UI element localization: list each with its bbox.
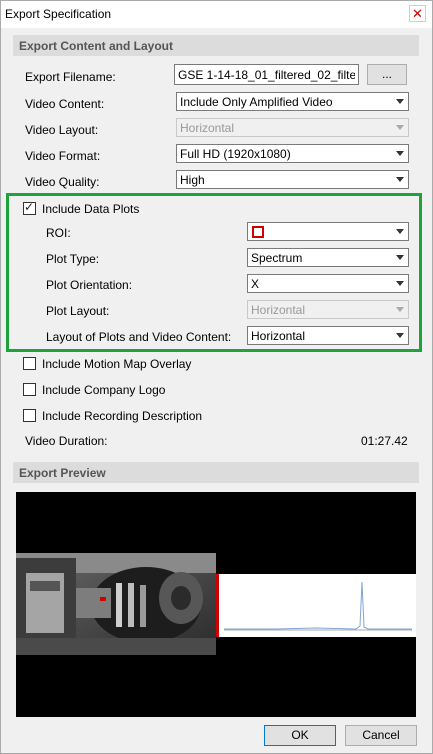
content-section-header: Export Content and Layout <box>13 35 419 56</box>
layout-combined-value: Horizontal <box>251 329 306 343</box>
video-quality-select[interactable]: High <box>176 170 409 189</box>
checkmark-icon: ✓ <box>24 200 35 214</box>
plot-type-value: Spectrum <box>251 251 303 265</box>
video-layout-value: Horizontal <box>180 121 235 135</box>
chevron-down-icon <box>396 151 404 156</box>
spectrum-trace <box>216 574 412 637</box>
chevron-down-icon <box>396 99 404 104</box>
filename-label: Export Filename: <box>25 70 116 84</box>
title-bar: Export Specification ✕ <box>1 1 432 28</box>
preview-section-header: Export Preview <box>13 462 419 483</box>
motion-map-checkbox[interactable] <box>23 357 36 370</box>
chevron-down-icon <box>396 281 404 286</box>
cancel-button[interactable]: Cancel <box>345 725 417 746</box>
plot-orientation-label: Plot Orientation: <box>46 278 133 292</box>
video-quality-value: High <box>180 173 205 187</box>
video-content-select[interactable]: Include Only Amplified Video <box>176 92 409 111</box>
layout-combined-label: Layout of Plots and Video Content: <box>46 330 232 344</box>
spectrum-plot-thumbnail <box>216 574 416 637</box>
video-format-select[interactable]: Full HD (1920x1080) <box>176 144 409 163</box>
dialog-title: Export Specification <box>5 7 112 21</box>
video-quality-label: Video Quality: <box>25 175 100 189</box>
plot-layout-label: Plot Layout: <box>46 304 110 318</box>
chevron-down-icon <box>396 125 404 130</box>
roi-color-swatch <box>252 226 264 238</box>
plot-type-label: Plot Type: <box>46 252 100 266</box>
chevron-down-icon <box>396 177 404 182</box>
chevron-down-icon <box>396 333 404 338</box>
include-data-plots-checkbox[interactable]: ✓ <box>23 200 36 215</box>
recording-description-checkbox[interactable] <box>23 409 36 422</box>
video-layout-select: Horizontal <box>176 118 409 137</box>
company-logo-checkbox[interactable] <box>23 383 36 396</box>
chevron-down-icon <box>396 307 404 312</box>
video-duration-value: 01:27.42 <box>361 434 408 448</box>
video-content-label: Video Content: <box>25 97 105 111</box>
plot-layout-value: Horizontal <box>251 303 306 317</box>
browse-button[interactable]: ... <box>367 64 407 85</box>
plot-orientation-value: X <box>251 277 260 291</box>
video-layout-label: Video Layout: <box>25 123 99 137</box>
include-data-plots-label: Include Data Plots <box>42 202 140 216</box>
video-duration-label: Video Duration: <box>25 434 108 448</box>
plot-layout-select: Horizontal <box>247 300 409 319</box>
chevron-down-icon <box>396 229 404 234</box>
plot-orientation-select[interactable]: X <box>247 274 409 293</box>
motion-map-label: Include Motion Map Overlay <box>42 357 192 371</box>
filename-input[interactable] <box>174 64 359 85</box>
recording-description-label: Include Recording Description <box>42 409 203 423</box>
video-content-value: Include Only Amplified Video <box>180 95 333 109</box>
ok-button[interactable]: OK <box>264 725 336 746</box>
company-logo-label: Include Company Logo <box>42 383 166 397</box>
chevron-down-icon <box>396 255 404 260</box>
plot-type-select[interactable]: Spectrum <box>247 248 409 267</box>
layout-combined-select[interactable]: Horizontal <box>247 326 409 345</box>
video-format-label: Video Format: <box>25 149 101 163</box>
roi-label: ROI: <box>46 226 71 240</box>
video-format-value: Full HD (1920x1080) <box>180 147 291 161</box>
close-button[interactable]: ✕ <box>409 5 426 22</box>
export-preview <box>16 492 416 717</box>
video-frame-thumbnail <box>16 553 216 655</box>
roi-select[interactable] <box>247 222 409 241</box>
export-specification-dialog: Export Specification ✕ Export Content an… <box>0 0 433 754</box>
machinery-image <box>16 553 216 655</box>
